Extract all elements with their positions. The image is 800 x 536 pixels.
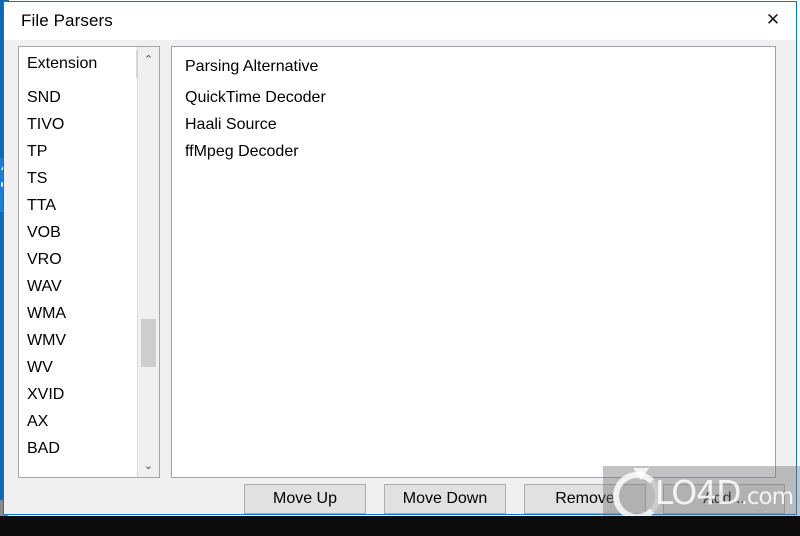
list-item[interactable]: BAD — [19, 435, 137, 462]
move-down-button[interactable]: Move Down — [384, 484, 506, 514]
dialog-body: Extension SND TIVO TP TS TTA VOB VRO WAV… — [4, 40, 796, 514]
extension-items: SND TIVO TP TS TTA VOB VRO WAV WMA WMV W… — [19, 81, 137, 462]
list-item[interactable]: ffMpeg Decoder — [172, 138, 775, 165]
scrollbar-thumb[interactable] — [141, 319, 156, 367]
dialog-titlebar: File Parsers ✕ — [4, 2, 796, 40]
parser-column-header: Parsing Alternative — [185, 58, 319, 75]
parser-items: QuickTime Decoder Haali Source ffMpeg De… — [172, 80, 775, 165]
list-item[interactable]: TTA — [19, 192, 137, 219]
scroll-down-icon[interactable]: ⌄ — [138, 455, 159, 475]
list-item[interactable]: VRO — [19, 246, 137, 273]
list-item[interactable]: WMA — [19, 300, 137, 327]
list-item[interactable]: TS — [19, 165, 137, 192]
list-item[interactable]: XVID — [19, 381, 137, 408]
add-button[interactable]: Add... — [663, 484, 785, 514]
list-item[interactable]: VOB — [19, 219, 137, 246]
close-button[interactable]: ✕ — [750, 2, 796, 39]
move-up-button[interactable]: Move Up — [244, 484, 366, 514]
list-item[interactable]: QuickTime Decoder — [172, 84, 775, 111]
extension-column-header: Extension — [19, 47, 137, 81]
file-parsers-dialog: File Parsers ✕ Extension SND TIVO TP TS … — [3, 1, 797, 515]
dialog-button-row: Move Up Move Down Remove Add... — [4, 484, 796, 536]
list-item[interactable]: AX — [19, 408, 137, 435]
extension-list[interactable]: Extension SND TIVO TP TS TTA VOB VRO WAV… — [19, 47, 137, 477]
list-item[interactable]: TP — [19, 138, 137, 165]
scroll-up-icon[interactable]: ⌃ — [138, 49, 159, 69]
screenshot-root: File Parsers ✕ Extension SND TIVO TP TS … — [0, 0, 800, 536]
list-item[interactable]: SND — [19, 84, 137, 111]
extension-list-scrollbar[interactable]: ⌃ ⌄ — [137, 47, 159, 477]
list-item[interactable]: WAV — [19, 273, 137, 300]
close-icon: ✕ — [765, 10, 781, 30]
list-item[interactable]: TIVO — [19, 111, 137, 138]
extension-list-panel: Extension SND TIVO TP TS TTA VOB VRO WAV… — [18, 46, 160, 478]
remove-button[interactable]: Remove — [524, 484, 646, 514]
list-item[interactable]: Haali Source — [172, 111, 775, 138]
list-item[interactable]: WV — [19, 354, 137, 381]
parsing-alternative-panel[interactable]: Parsing Alternative QuickTime Decoder Ha… — [171, 46, 776, 478]
list-item[interactable]: WMV — [19, 327, 137, 354]
dialog-title: File Parsers — [21, 11, 113, 30]
